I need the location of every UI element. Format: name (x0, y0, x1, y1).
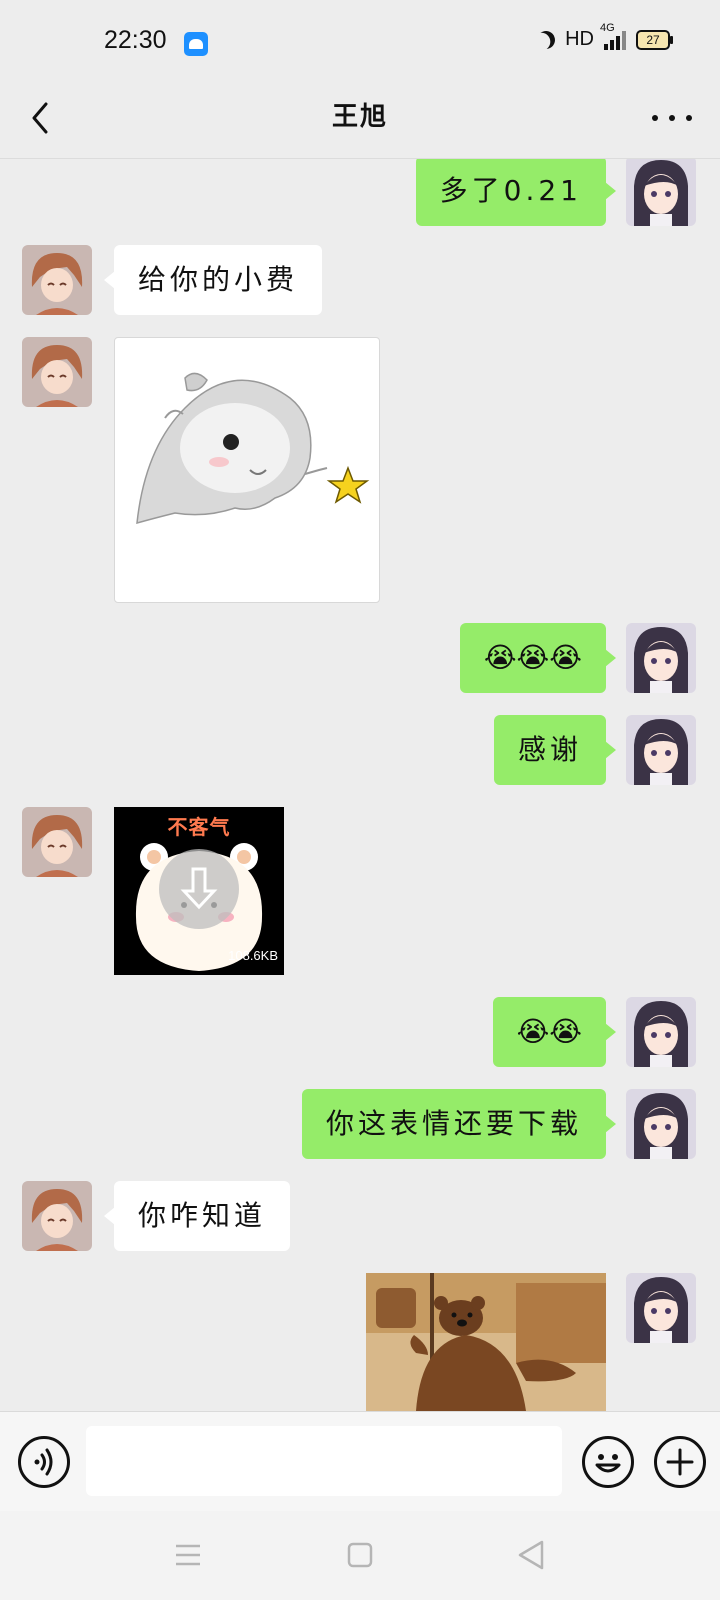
emoji-icon[interactable] (582, 1436, 634, 1488)
message-bubble-me[interactable]: 😭😭😭 (459, 623, 617, 693)
android-app-icon (184, 32, 208, 56)
my-avatar[interactable] (626, 715, 696, 785)
my-avatar[interactable] (626, 623, 696, 693)
my-avatar[interactable] (626, 997, 696, 1067)
chat-title: 王旭 (331, 102, 388, 132)
message-bubble-me[interactable]: 😭😭 (492, 997, 617, 1067)
message-bubble-me[interactable]: 感谢 (493, 715, 617, 785)
message-row: 你这表情还要下载 (0, 1089, 720, 1159)
chat-input-bar (0, 1411, 720, 1512)
system-navigation-bar (0, 1511, 720, 1600)
network-type-label: 4G (600, 21, 615, 34)
sticker-file-size: 108.6KB (228, 948, 278, 963)
my-avatar[interactable] (626, 1273, 696, 1343)
voice-icon[interactable] (18, 1436, 70, 1488)
hamster-sticker[interactable] (114, 337, 380, 603)
contact-avatar[interactable] (22, 337, 92, 407)
contact-avatar[interactable] (22, 245, 92, 315)
message-row: 😭😭 (0, 997, 720, 1067)
contact-avatar[interactable] (22, 1181, 92, 1251)
message-row: 多了0.21 (0, 159, 720, 226)
plus-icon[interactable] (654, 1436, 706, 1488)
message-row: 感谢 (0, 715, 720, 785)
message-row (0, 337, 720, 603)
message-bubble-other[interactable]: 给你的小费 (103, 245, 323, 315)
status-bar: 22:30 HD 4G 27 (0, 0, 720, 88)
chat-header: 王旭 (0, 88, 720, 159)
my-avatar[interactable] (626, 159, 696, 226)
message-row: 不客气 108.6KB (0, 807, 720, 975)
status-indicators: HD 4G 27 (535, 22, 673, 51)
message-list[interactable]: 多了0.21 给你的小费 😭😭😭 感谢 不客气 108.6KB 😭😭 你这表情还… (0, 159, 720, 1411)
message-input[interactable] (86, 1426, 562, 1496)
signal-icon: 4G (600, 22, 626, 50)
back-triangle-icon[interactable] (516, 1539, 546, 1571)
do-not-disturb-icon (535, 28, 558, 51)
home-icon[interactable] (346, 1541, 374, 1569)
my-avatar[interactable] (626, 1089, 696, 1159)
message-bubble-me[interactable]: 多了0.21 (415, 159, 617, 226)
message-row: 你咋知道 (0, 1181, 720, 1251)
hd-label: HD (565, 28, 594, 50)
battery-indicator: 27 (636, 29, 673, 50)
contact-avatar[interactable] (22, 807, 92, 877)
message-row: 😭😭😭 (0, 623, 720, 693)
message-bubble-other[interactable]: 你咋知道 (103, 1181, 291, 1251)
brown-bear-sticker[interactable] (366, 1273, 606, 1411)
more-options-icon[interactable] (652, 108, 692, 128)
status-time: 22:30 (104, 26, 167, 54)
message-row (0, 1273, 720, 1411)
menu-icon[interactable] (174, 1541, 202, 1569)
message-row: 给你的小费 (0, 245, 720, 315)
message-bubble-me[interactable]: 你这表情还要下载 (301, 1089, 617, 1159)
bear-sticker[interactable]: 不客气 108.6KB (114, 807, 284, 975)
